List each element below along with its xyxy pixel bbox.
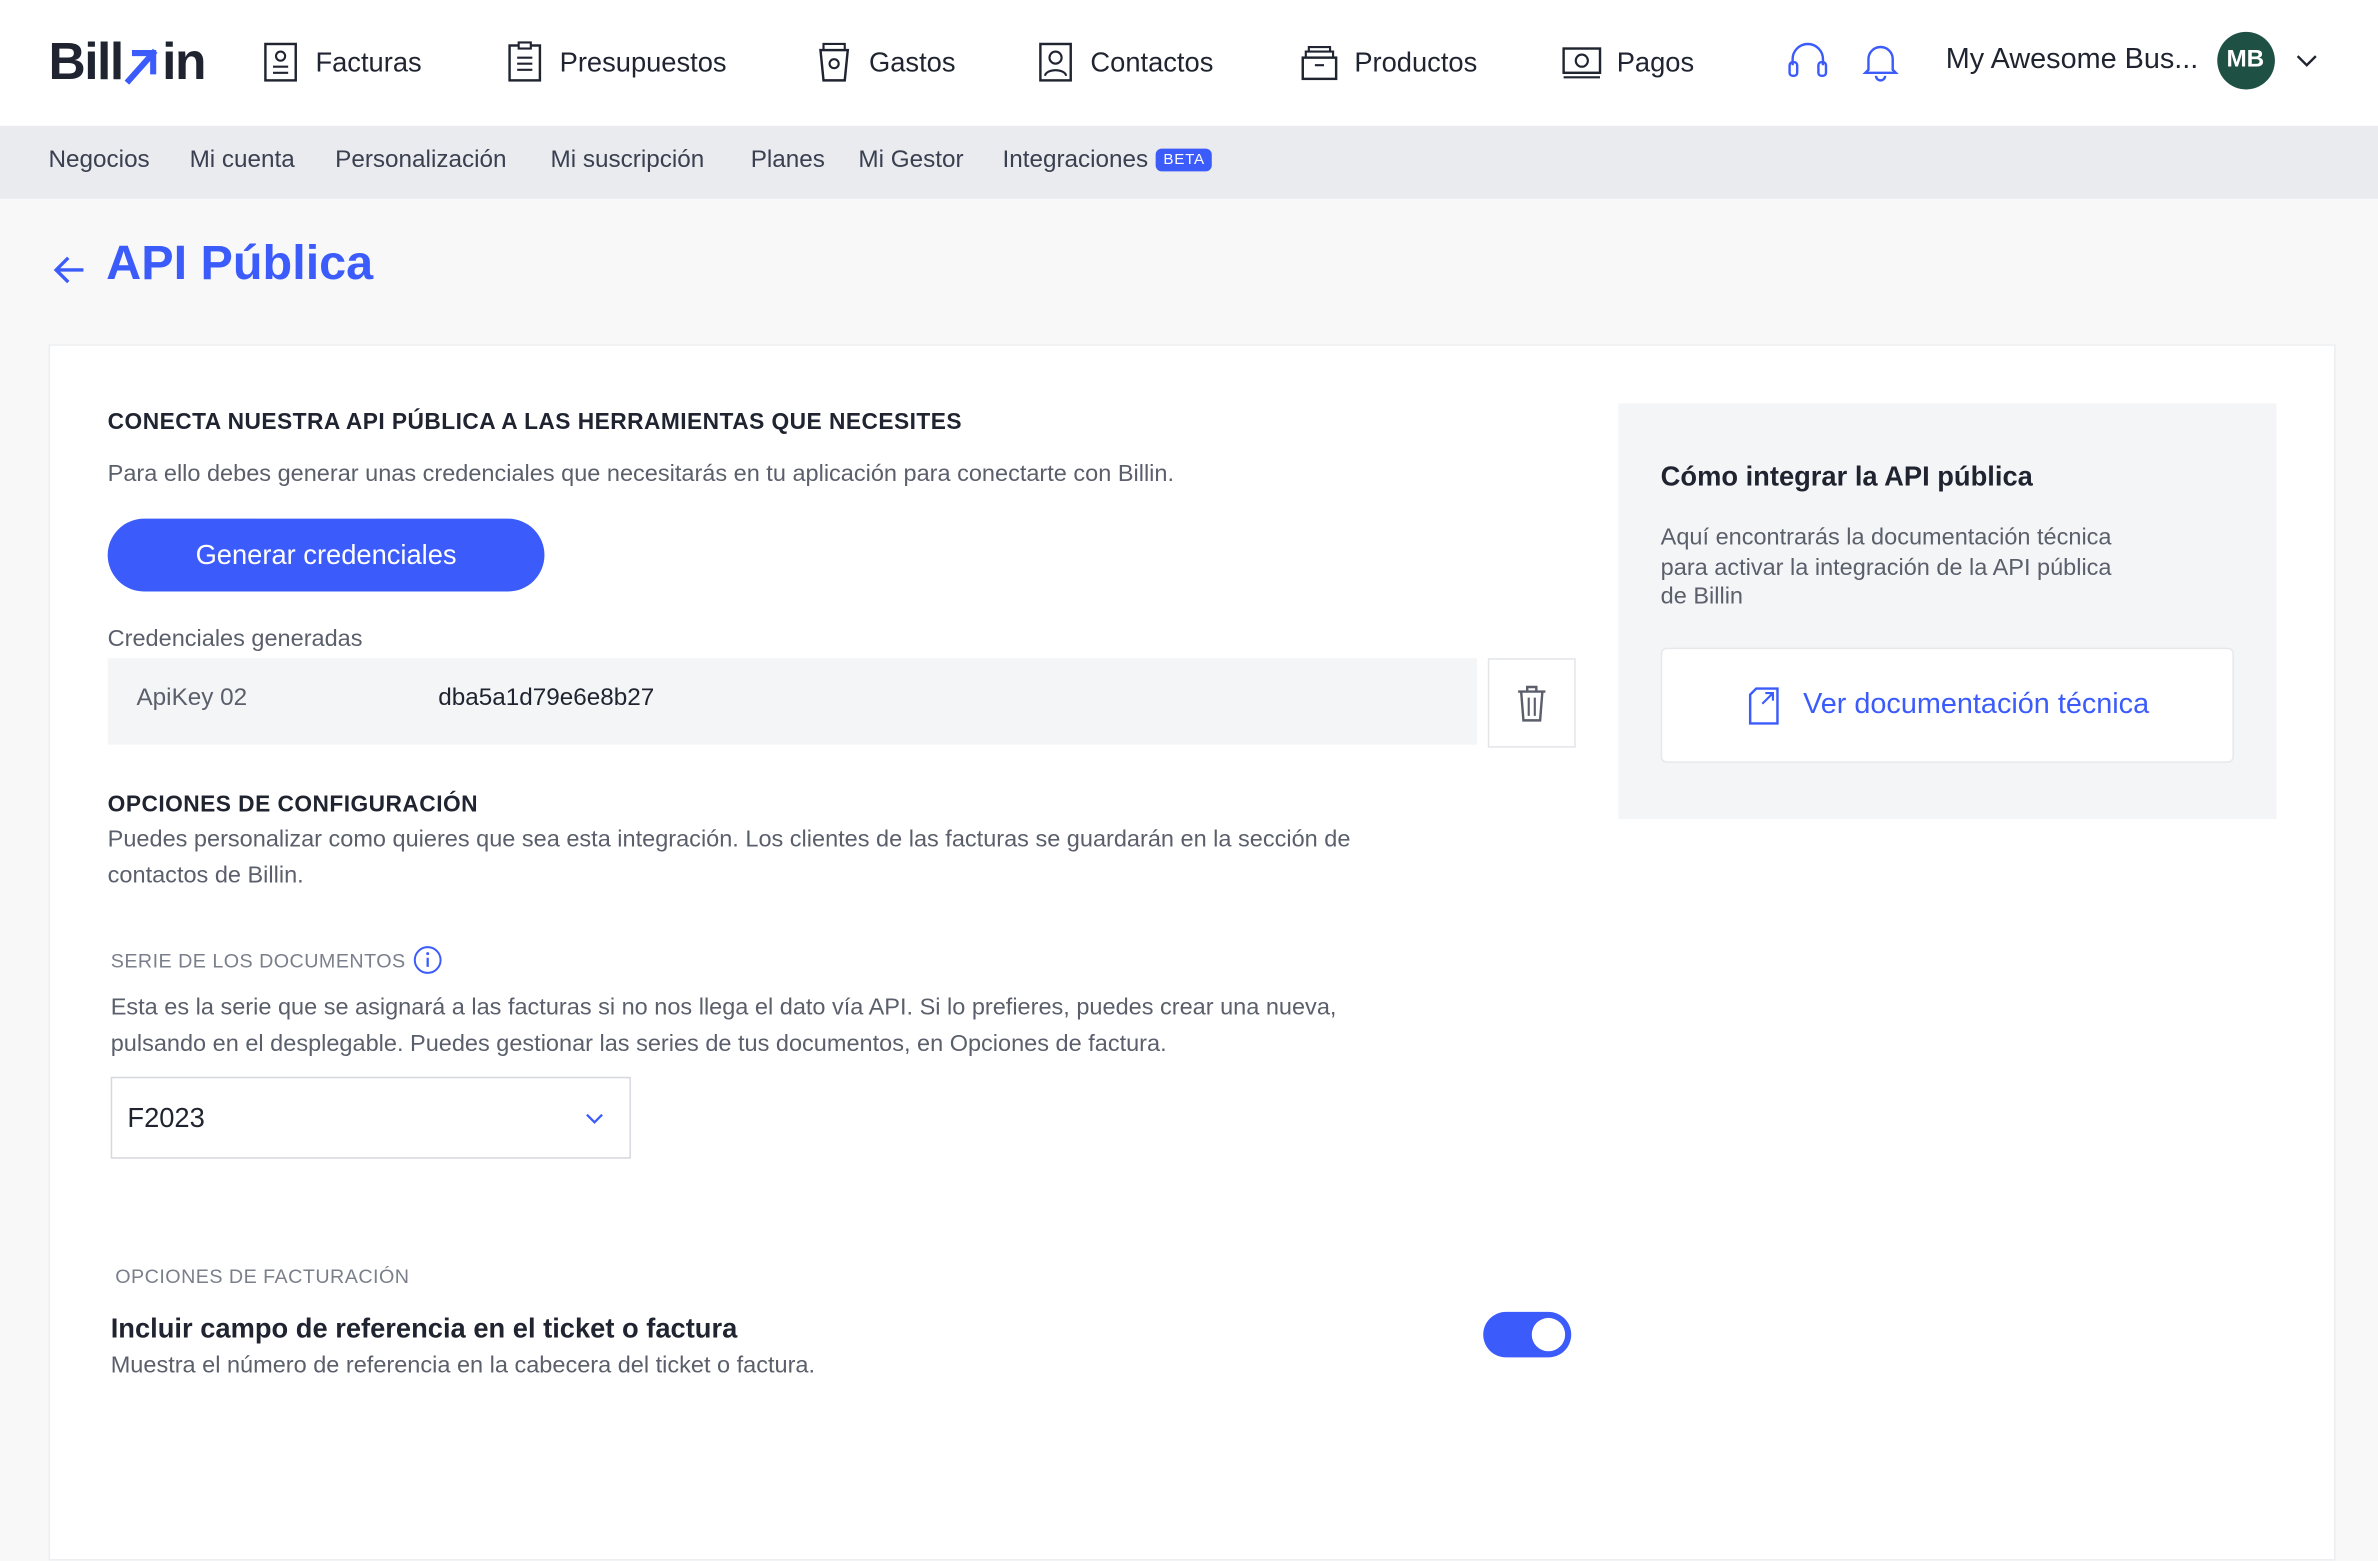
external-document-icon: [1748, 687, 1779, 725]
series-selected-value: F2023: [127, 1101, 205, 1133]
config-heading: OPCIONES DE CONFIGURACIÓN: [107, 791, 479, 818]
logo-text-main: Bill: [48, 33, 125, 91]
subnav-negocios[interactable]: Negocios: [49, 147, 150, 174]
estimate-icon: [508, 41, 542, 82]
invoice-icon: [264, 42, 297, 82]
help-description-line3: de Billin: [1660, 583, 1743, 610]
nav-label: Gastos: [869, 46, 956, 77]
nav-pagos[interactable]: Pagos: [1562, 36, 1694, 88]
logo-text-accent: in: [162, 33, 206, 91]
help-panel-title: Cómo integrar la API pública: [1660, 461, 2033, 492]
credential-name: ApiKey 02: [136, 685, 248, 712]
reference-field-toggle[interactable]: [1483, 1311, 1572, 1358]
account-menu[interactable]: My Awesome Bus... MB: [1946, 30, 2320, 91]
view-technical-docs-link[interactable]: Ver documentación técnica: [1660, 647, 2234, 763]
nav-label: Productos: [1354, 46, 1478, 77]
series-label: SERIE DE LOS DOCUMENTOS: [110, 948, 406, 972]
subnav-mi-gestor[interactable]: Mi Gestor: [858, 147, 963, 174]
account-name: My Awesome Bus...: [1945, 43, 2199, 76]
nav-productos[interactable]: Productos: [1300, 36, 1478, 88]
api-settings-card: CONECTA NUESTRA API PÚBLICA A LAS HERRAM…: [48, 344, 2336, 1561]
subnav-personalizacion[interactable]: Personalización: [335, 147, 506, 174]
support-headset-icon[interactable]: [1785, 38, 1830, 83]
config-description-line2: contactos de Billin.: [107, 862, 304, 889]
subnav-mi-suscripcion[interactable]: Mi suscripción: [551, 147, 705, 174]
nav-label: Pagos: [1616, 46, 1695, 77]
config-description-line1: Puedes personalizar como quieres que sea…: [107, 826, 1351, 853]
credentials-label: Credenciales generadas: [107, 626, 363, 653]
trash-icon: [1518, 685, 1546, 721]
help-description-line2: para activar la integración de la API pú…: [1660, 554, 2112, 581]
nav-label: Contactos: [1090, 46, 1214, 77]
doc-link-label: Ver documentación técnica: [1803, 688, 2150, 721]
subnav-mi-cuenta[interactable]: Mi cuenta: [190, 147, 295, 174]
series-help-line1: Esta es la serie que se asignará a las f…: [110, 994, 1337, 1021]
nav-gastos[interactable]: Gastos: [814, 36, 956, 88]
payments-icon: [1562, 47, 1602, 79]
logo-arrow-icon: [124, 48, 158, 84]
notifications-bell-icon[interactable]: [1858, 38, 1903, 83]
page-title: API Pública: [106, 235, 374, 290]
credential-row: ApiKey 02 dba5a1d79e6e8b27: [107, 658, 1478, 745]
info-icon[interactable]: [413, 945, 443, 975]
back-arrow-icon[interactable]: [50, 250, 89, 289]
connect-description: Para ello debes generar unas credenciale…: [107, 461, 1175, 487]
nav-label: Presupuestos: [559, 46, 727, 77]
series-label-row: SERIE DE LOS DOCUMENTOS: [111, 945, 444, 975]
generate-credentials-button[interactable]: Generar credenciales: [107, 518, 545, 592]
contacts-icon: [1039, 42, 1072, 82]
avatar: MB: [2216, 31, 2275, 90]
nav-label: Facturas: [315, 46, 422, 77]
reference-option-description: Muestra el número de referencia en la ca…: [110, 1352, 816, 1379]
subnav-integraciones-label: Integraciones: [1002, 147, 1149, 173]
chevron-down-icon: [586, 1113, 603, 1124]
series-select[interactable]: F2023: [110, 1076, 631, 1159]
nav-facturas[interactable]: Facturas: [261, 36, 422, 88]
delete-credential-button[interactable]: [1487, 658, 1576, 748]
help-description-line1: Aquí encontrarás la documentación técnic…: [1660, 524, 2112, 551]
top-bar: Bill in Facturas Presupuestos Gastos Cont…: [0, 0, 2378, 126]
toggle-knob: [1531, 1317, 1566, 1352]
series-help-line2: pulsando en el desplegable. Puedes gesti…: [110, 1031, 1167, 1058]
help-panel-description: Aquí encontrarás la documentación técnic…: [1661, 523, 2112, 612]
reference-option-title: Incluir campo de referencia en el ticket…: [110, 1313, 738, 1344]
products-box-icon: [1301, 45, 1338, 81]
billin-logo[interactable]: Bill in: [48, 33, 207, 92]
subnav-planes[interactable]: Planes: [751, 147, 825, 174]
integration-help-panel: Cómo integrar la API pública Aquí encont…: [1618, 403, 2277, 819]
beta-badge: BETA: [1155, 148, 1213, 172]
expense-cup-icon: [819, 42, 850, 82]
connect-heading: CONECTA NUESTRA API PÚBLICA A LAS HERRAM…: [107, 409, 962, 436]
nav-contactos[interactable]: Contactos: [1036, 36, 1214, 88]
chevron-down-icon: [2296, 55, 2316, 67]
nav-presupuestos[interactable]: Presupuestos: [505, 36, 727, 88]
credential-key: dba5a1d79e6e8b27: [438, 685, 655, 712]
settings-subnav: Negocios Mi cuenta Personalización Mi su…: [0, 125, 2378, 199]
subnav-integraciones[interactable]: Integraciones BETA: [1002, 147, 1213, 174]
billing-options-label: OPCIONES DE FACTURACIÓN: [115, 1264, 410, 1288]
